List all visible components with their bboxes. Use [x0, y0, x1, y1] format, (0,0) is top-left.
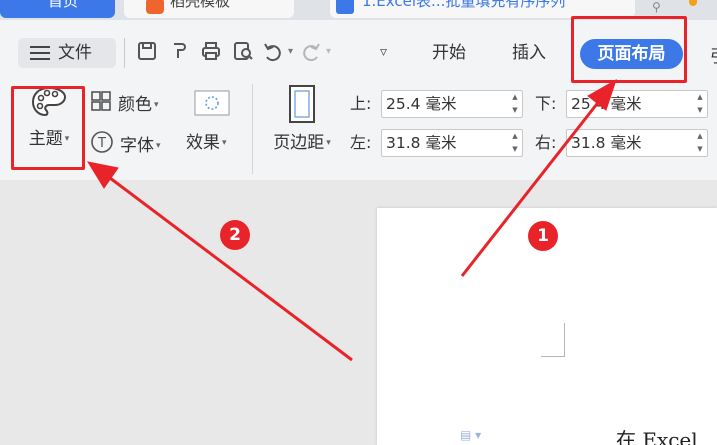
left-margin-label: 左:: [350, 133, 372, 152]
color-grid-icon: [90, 90, 112, 120]
save-icon[interactable]: [136, 40, 158, 64]
document-icon: [336, 0, 354, 14]
customize-toolbar-icon[interactable]: ▿: [380, 40, 387, 64]
tab-references[interactable]: 引: [710, 42, 717, 67]
format-painter-icon[interactable]: [168, 40, 190, 64]
tab-home[interactable]: 首页: [0, 0, 115, 18]
menu-icon: [30, 46, 50, 60]
margins-button[interactable]: 页边距 ▾: [262, 84, 342, 153]
effects-button[interactable]: 效果 ▾: [186, 130, 227, 156]
top-margin-value: 25.4 毫米: [386, 95, 457, 113]
effects-label: 效果: [186, 133, 220, 153]
tab-document-label: 1.Excel表...批量填充有序序列: [362, 0, 566, 10]
color-label: 颜色: [118, 95, 152, 115]
left-margin-input[interactable]: 31.8 毫米 ▲ ▼: [381, 129, 523, 157]
font-label: 字体: [120, 136, 154, 156]
group-divider: [252, 84, 253, 174]
top-margin-label: 上:: [350, 94, 372, 113]
top-margin-spinner[interactable]: ▲ ▼: [510, 91, 520, 117]
font-dropdown-icon: ▾: [156, 141, 161, 151]
file-menu-label: 文件: [58, 43, 92, 63]
svg-text:T: T: [97, 136, 106, 151]
step-2-badge: 2: [220, 220, 250, 250]
page-margins-icon: [289, 85, 315, 123]
color-dropdown-icon: ▾: [154, 100, 159, 110]
tab-templates-label: 稻壳模板: [170, 0, 231, 10]
file-menu-button[interactable]: 文件: [18, 38, 116, 68]
effects-preview-button[interactable]: [194, 90, 236, 124]
font-icon: T: [90, 130, 114, 162]
margins-label: 页边距: [273, 133, 325, 153]
effects-dropdown-icon: ▾: [222, 138, 227, 148]
step-1-badge: 1: [528, 221, 558, 251]
highlight-theme-button: [11, 86, 85, 170]
bottom-margin-label: 下:: [535, 94, 557, 113]
tab-insert[interactable]: 插入: [512, 42, 546, 64]
right-margin-value: 31.8 毫米: [571, 134, 642, 152]
undo-icon[interactable]: [262, 40, 284, 64]
effects-icon: [194, 90, 230, 124]
margins-dropdown-icon: ▾: [326, 138, 331, 148]
document-canvas[interactable]: ▤ ▾ 在 Excel: [0, 180, 717, 445]
tab-start[interactable]: 开始: [432, 42, 466, 64]
highlight-page-layout-tab: [571, 16, 687, 83]
page-layout-toolbar: 主题 ▾ 颜色 ▾ T 字体 ▾ 效果 ▾ 页边距 ▾ 上: 25.4 毫米 ▲…: [0, 76, 717, 180]
top-margin-input[interactable]: 25.4 毫米 ▲ ▼: [381, 90, 523, 118]
templates-icon: [146, 0, 164, 14]
tab-templates[interactable]: 稻壳模板: [124, 0, 294, 18]
paragraph-options-icon[interactable]: ▤ ▾: [460, 428, 481, 442]
print-preview-icon[interactable]: [232, 40, 254, 64]
bottom-margin-spinner[interactable]: ▲ ▼: [695, 91, 705, 117]
pin-icon[interactable]: ⚲: [652, 0, 661, 14]
right-margin-spinner[interactable]: ▲ ▼: [695, 130, 705, 156]
bottom-margin-value: 25.4 毫米: [571, 95, 642, 113]
quick-access-divider: [124, 38, 125, 68]
tab-home-label: 首页: [48, 0, 79, 10]
notification-dot: [689, 0, 697, 6]
right-margin-input[interactable]: 31.8 毫米 ▲ ▼: [566, 129, 708, 157]
print-icon[interactable]: [200, 40, 222, 64]
document-text[interactable]: 在 Excel: [616, 424, 698, 445]
undo-dropdown-icon[interactable]: ▾: [288, 40, 293, 64]
redo-dropdown-icon[interactable]: ▾: [326, 40, 331, 64]
left-margin-spinner[interactable]: ▲ ▼: [510, 130, 520, 156]
color-button[interactable]: 颜色 ▾: [90, 90, 159, 120]
wps-writer-window: 首页 稻壳模板 1.Excel表...批量填充有序序列 ⚲ 文件 ▾ ▾ ▿ 开…: [0, 0, 717, 445]
font-button[interactable]: T 字体 ▾: [90, 130, 161, 162]
redo-icon[interactable]: [300, 40, 322, 64]
margin-corner-mark: [541, 323, 565, 357]
right-margin-label: 右:: [535, 133, 557, 152]
bottom-margin-input[interactable]: 25.4 毫米 ▲ ▼: [566, 90, 708, 118]
left-margin-value: 31.8 毫米: [386, 134, 457, 152]
